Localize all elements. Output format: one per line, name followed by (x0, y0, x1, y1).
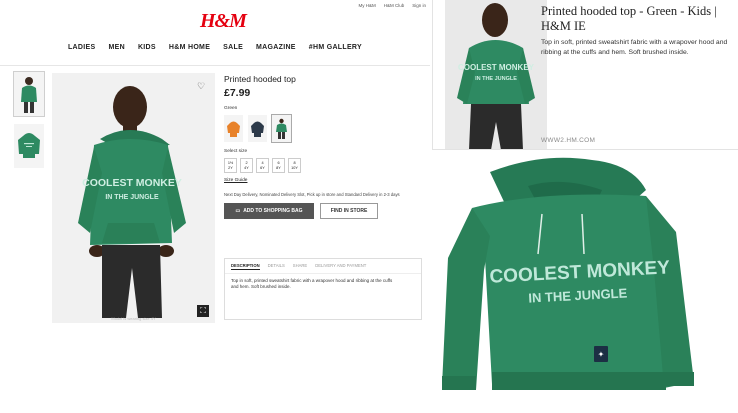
nav-kids[interactable]: KIDS (138, 44, 156, 51)
add-to-bag-button[interactable]: ▭ ADD TO SHOPPING BAG (224, 203, 314, 219)
account-links: My H&M H&M Club Sign in (358, 3, 426, 8)
tab-delivery-payment[interactable]: DELIVERY AND PAYMENT (315, 263, 366, 270)
thumbnail-list (13, 71, 46, 176)
product-info: Printed hooded top £7.99 Green Select si… (224, 74, 424, 219)
my-hm-link[interactable]: My H&M (358, 3, 375, 8)
thumbnail-model[interactable] (13, 71, 45, 117)
size-option[interactable]: 6 8Y (272, 158, 285, 173)
description-panel: DESCRIPTION DETAILS SHARE DELIVERY AND P… (224, 258, 422, 320)
size-selector: 1½ 2Y 2 4Y 4 6Y 6 8Y 8 10Y (224, 158, 424, 173)
search-result-snippet: Top in soft, printed sweatshirt fabric w… (541, 39, 728, 56)
search-result-url[interactable]: WWW2.HM.COM (541, 137, 595, 144)
hm-logo[interactable]: H&M (200, 10, 247, 33)
add-to-bag-label: ADD TO SHOPPING BAG (243, 208, 303, 214)
expand-icon[interactable]: ⛶ (197, 305, 209, 317)
bag-icon: ▭ (235, 208, 241, 214)
action-buttons: ▭ ADD TO SHOPPING BAG FIND IN STORE (224, 203, 424, 219)
size-option[interactable]: 1½ 2Y (224, 158, 237, 173)
image-caption: Model is wearing size 4Y (111, 316, 156, 321)
size-option[interactable]: 2 4Y (240, 158, 253, 173)
sign-in-link[interactable]: Sign in (412, 3, 426, 8)
find-in-store-button[interactable]: FIND IN STORE (320, 203, 378, 219)
search-result-title[interactable]: Printed hooded top - Green - Kids | H&M … (541, 4, 736, 34)
hoodie-closeup-image: COOLEST MONKEY IN THE JUNGLE ✦ (432, 150, 738, 413)
hm-club-link[interactable]: H&M Club (384, 3, 405, 8)
card-image-print-line1: COOLEST MONKEY (458, 63, 535, 72)
nav-sale[interactable]: SALE (223, 44, 243, 51)
thumbnail-product[interactable] (14, 124, 44, 168)
tab-details[interactable]: DETAILS (268, 263, 285, 270)
nav-hm-home[interactable]: H&M HOME (169, 44, 210, 51)
product-main-image[interactable]: COOLEST MONKEY IN THE JUNGLE Model is we… (52, 73, 215, 323)
heart-icon[interactable]: ♡ (197, 81, 205, 92)
main-image-print-line2: IN THE JUNGLE (105, 194, 159, 201)
nav-hm-gallery[interactable]: #HM GALLERY (309, 44, 362, 51)
delivery-info: Next Day Delivery, Nominated Delivery Sl… (224, 192, 400, 197)
nav-men[interactable]: MEN (108, 44, 124, 51)
info-tabs: DESCRIPTION DETAILS SHARE DELIVERY AND P… (225, 259, 421, 274)
tab-share[interactable]: SHARE (293, 263, 307, 270)
product-price: £7.99 (224, 87, 251, 99)
color-swatches (224, 114, 424, 143)
tag-patch-icon: ✦ (598, 350, 605, 359)
nav-ladies[interactable]: LADIES (68, 44, 95, 51)
nav-divider (0, 65, 430, 66)
size-option[interactable]: 4 6Y (256, 158, 269, 173)
size-label: Select size (224, 149, 248, 154)
main-nav: LADIES MEN KIDS H&M HOME SALE MAGAZINE #… (0, 44, 430, 51)
size-option[interactable]: 8 10Y (288, 158, 301, 173)
swatch-dark-blue[interactable] (248, 115, 267, 142)
product-title: Printed hooded top (224, 74, 296, 84)
search-result-image[interactable]: COOLEST MONKEY IN THE JUNGLE (445, 0, 547, 149)
hm-product-page: My H&M H&M Club Sign in H&M LADIES MEN K… (0, 0, 430, 330)
nav-magazine[interactable]: MAGAZINE (256, 44, 296, 51)
size-guide-link[interactable]: Size Guide (224, 178, 424, 183)
color-label: Green (224, 106, 238, 111)
description-text: Top in soft, printed sweatshirt fabric w… (231, 278, 393, 289)
card-image-print-line2: IN THE JUNGLE (475, 76, 517, 82)
swatch-green[interactable] (271, 114, 292, 143)
tab-description[interactable]: DESCRIPTION (231, 263, 260, 270)
swatch-orange[interactable] (224, 115, 243, 142)
search-result-card[interactable]: COOLEST MONKEY IN THE JUNGLE Printed hoo… (432, 0, 738, 150)
main-image-print-line1: COOLEST MONKEY (82, 177, 182, 189)
